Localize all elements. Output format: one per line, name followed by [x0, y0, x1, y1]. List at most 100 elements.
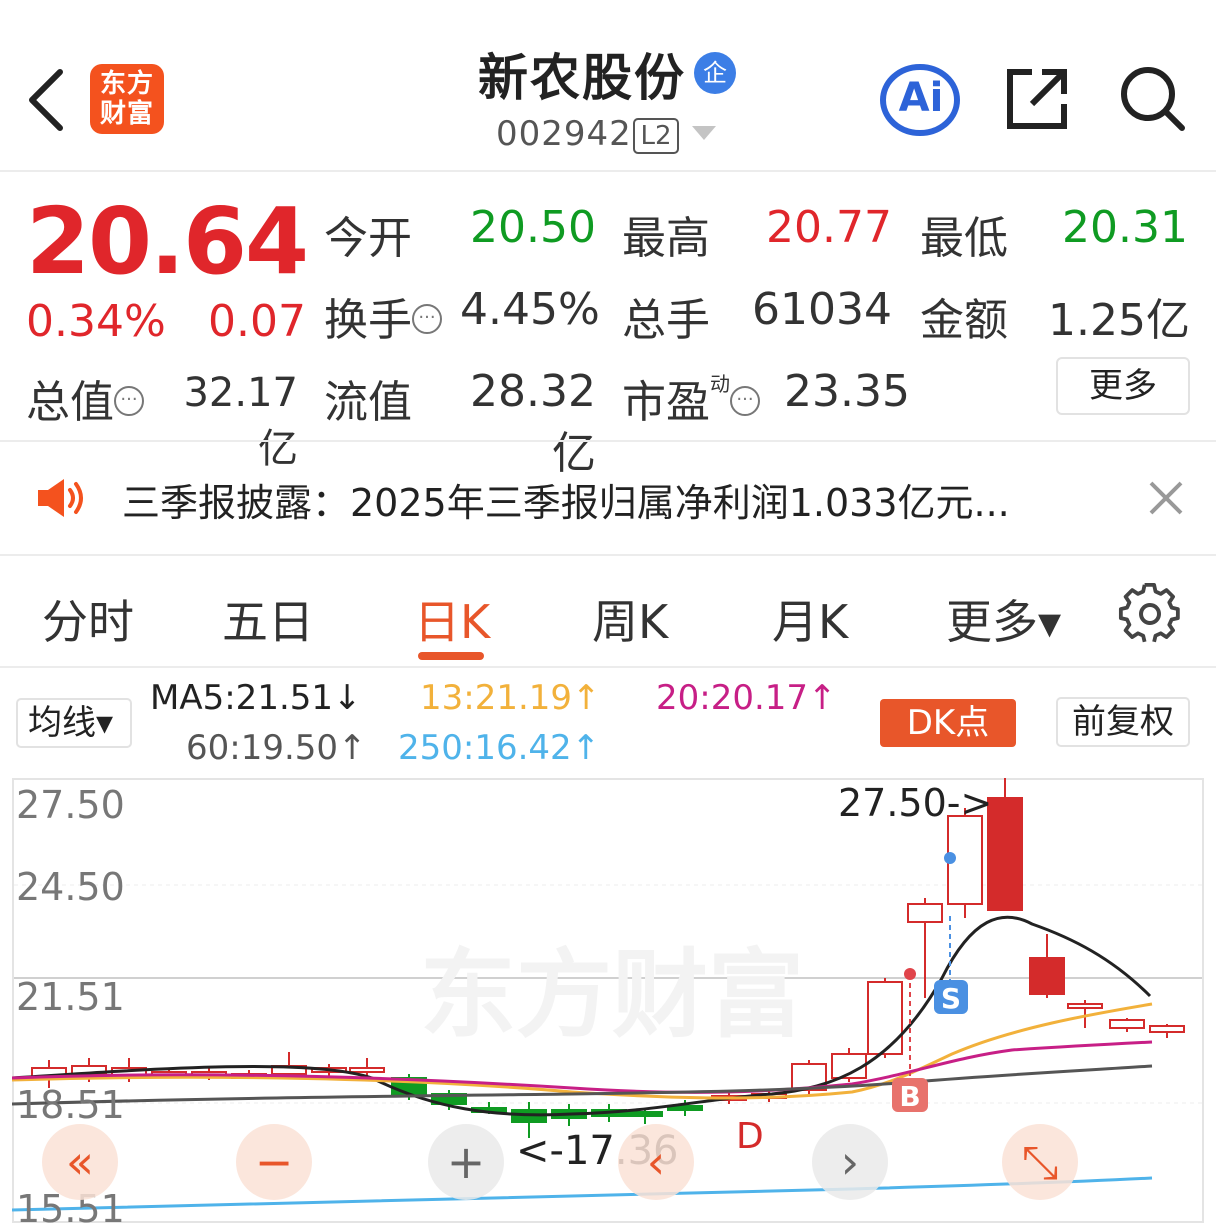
speaker-icon — [36, 476, 88, 520]
open-value: 20.50 — [470, 202, 596, 253]
candle-body — [1149, 1025, 1185, 1033]
chart-settings-button[interactable] — [1118, 582, 1182, 646]
market-cap-label-group[interactable]: 总值 ··· — [26, 366, 144, 430]
previous-icon: ‹ — [647, 1135, 665, 1189]
active-tab-indicator — [418, 652, 484, 660]
price-adjust-button[interactable]: 前复权 — [1056, 697, 1190, 747]
zoom-out-icon: − — [255, 1135, 294, 1189]
tab-weekly-k[interactable]: 周K — [592, 586, 668, 652]
sell-dot — [944, 852, 956, 864]
kline-chart[interactable]: 东方财富 27.50 24.50 21.51 18.51 15.51 27.50-> <-… — [11, 778, 1204, 1223]
y-axis-label: 18.51 — [16, 1083, 125, 1127]
close-button[interactable] — [1146, 478, 1186, 518]
candle-body — [349, 1067, 385, 1073]
more-quote-button[interactable]: 更多 — [1056, 357, 1190, 415]
watermark: 东方财富 — [420, 939, 804, 1051]
fullscreen-button[interactable]: ⤡ — [1002, 1124, 1078, 1200]
y-axis-label: 24.50 — [16, 865, 125, 909]
pe-label: 市盈 — [622, 377, 710, 428]
high-annotation: 27.50-> — [838, 781, 992, 825]
fullscreen-icon: ⤡ — [1022, 1135, 1059, 1189]
volume-label: 总手 — [622, 295, 710, 346]
pe-dynamic-mark: 动 — [710, 372, 730, 397]
ma20-value: 20:20.17↑ — [656, 678, 837, 718]
close-icon — [1149, 481, 1183, 515]
enterprise-badge[interactable]: 企 — [694, 52, 736, 94]
ma250-value: 250:16.42↑ — [398, 728, 601, 768]
float-cap-label: 流值 — [324, 377, 412, 428]
tab-five-day[interactable]: 五日 — [222, 586, 314, 652]
float-cap-value: 28.32亿 — [470, 366, 596, 479]
high-value: 20.77 — [766, 202, 892, 253]
back-button[interactable] — [22, 60, 72, 140]
dk-point-button[interactable]: DK点 — [880, 699, 1016, 747]
share-button[interactable] — [1002, 62, 1074, 134]
buy-marker: B — [899, 1080, 920, 1113]
search-icon — [1121, 67, 1185, 131]
ma13-value: 13:21.19↑ — [420, 678, 601, 718]
gear-icon — [1118, 582, 1180, 643]
ai-label: Ai — [898, 75, 944, 121]
candle-body — [1067, 1003, 1103, 1009]
zoom-in-button[interactable]: + — [428, 1124, 504, 1200]
ma5-value: MA5:21.51↓ — [150, 678, 362, 718]
volume-value: 61034 — [752, 284, 892, 335]
share-icon — [1007, 69, 1067, 129]
kline-chart-canvas[interactable]: 东方财富 27.5024.5021.5118.5115.51 27.50-><-… — [11, 778, 1204, 1223]
pe-label-group[interactable]: 市盈动··· — [622, 366, 760, 430]
chevron-down-icon[interactable] — [692, 126, 716, 140]
logo-line1: 东方 — [99, 69, 154, 99]
pe-value: 23.35 — [784, 366, 910, 417]
top-bar: 东方 财富 新农股份 企 002942 L2 Ai — [0, 0, 1216, 172]
ai-assistant-button[interactable]: Ai — [880, 64, 962, 136]
turnover-label: 换手 — [324, 295, 412, 346]
d-marker: D — [736, 1116, 764, 1157]
next-icon: › — [841, 1135, 859, 1189]
tab-intraday[interactable]: 分时 — [42, 586, 134, 652]
info-icon: ··· — [412, 304, 442, 334]
first-page-icon: « — [66, 1135, 94, 1189]
divider — [0, 666, 1216, 668]
logo-line2: 财富 — [99, 99, 154, 129]
previous-button[interactable]: ‹ — [618, 1124, 694, 1200]
candle-body — [987, 797, 1023, 911]
stock-code[interactable]: 002942 — [496, 114, 632, 154]
level2-badge[interactable]: L2 — [633, 118, 679, 154]
amount-value: 1.25亿 — [1048, 295, 1190, 346]
zoom-out-button[interactable]: − — [236, 1124, 312, 1200]
change-percent: 0.34% — [26, 296, 166, 347]
candle-body — [867, 981, 903, 1055]
y-axis-label: 27.50 — [16, 783, 125, 827]
y-axis-label: 21.51 — [16, 975, 125, 1019]
tab-more[interactable]: 更多▾ — [946, 586, 1061, 652]
high-label: 最高 — [622, 213, 710, 264]
info-icon: ··· — [730, 386, 760, 416]
search-button[interactable] — [1116, 62, 1188, 134]
change-amount: 0.07 — [208, 296, 306, 347]
market-cap-value: 32.17亿 — [183, 370, 298, 472]
divider — [0, 554, 1216, 556]
tab-monthly-k[interactable]: 月K — [772, 586, 848, 652]
back-arrow-icon — [29, 69, 63, 131]
candle-body — [1109, 1019, 1145, 1029]
app-logo[interactable]: 东方 财富 — [90, 64, 164, 134]
stock-name: 新农股份 — [478, 49, 686, 107]
candle-body — [627, 1111, 663, 1117]
divider — [0, 440, 1216, 442]
buy-dot — [904, 968, 916, 980]
turnover-label-group[interactable]: 换手 ··· — [324, 284, 442, 348]
open-label: 今开 — [324, 213, 412, 264]
candle-body — [1029, 957, 1065, 995]
next-button[interactable]: › — [812, 1124, 888, 1200]
notice-text[interactable]: 三季报披露：2025年三季报归属净利润1.033亿元... — [122, 472, 1010, 527]
info-icon: ··· — [114, 386, 144, 416]
first-page-button[interactable]: « — [42, 1124, 118, 1200]
tab-daily-k[interactable]: 日K — [414, 586, 490, 652]
low-label: 最低 — [920, 213, 1008, 264]
turnover-value: 4.45% — [460, 284, 600, 335]
zoom-in-icon: + — [447, 1135, 486, 1189]
ma-type-select[interactable]: 均线▾ — [16, 698, 132, 748]
market-cap-label: 总值 — [26, 377, 114, 428]
candle-body — [907, 903, 943, 923]
low-value: 20.31 — [1062, 202, 1188, 253]
